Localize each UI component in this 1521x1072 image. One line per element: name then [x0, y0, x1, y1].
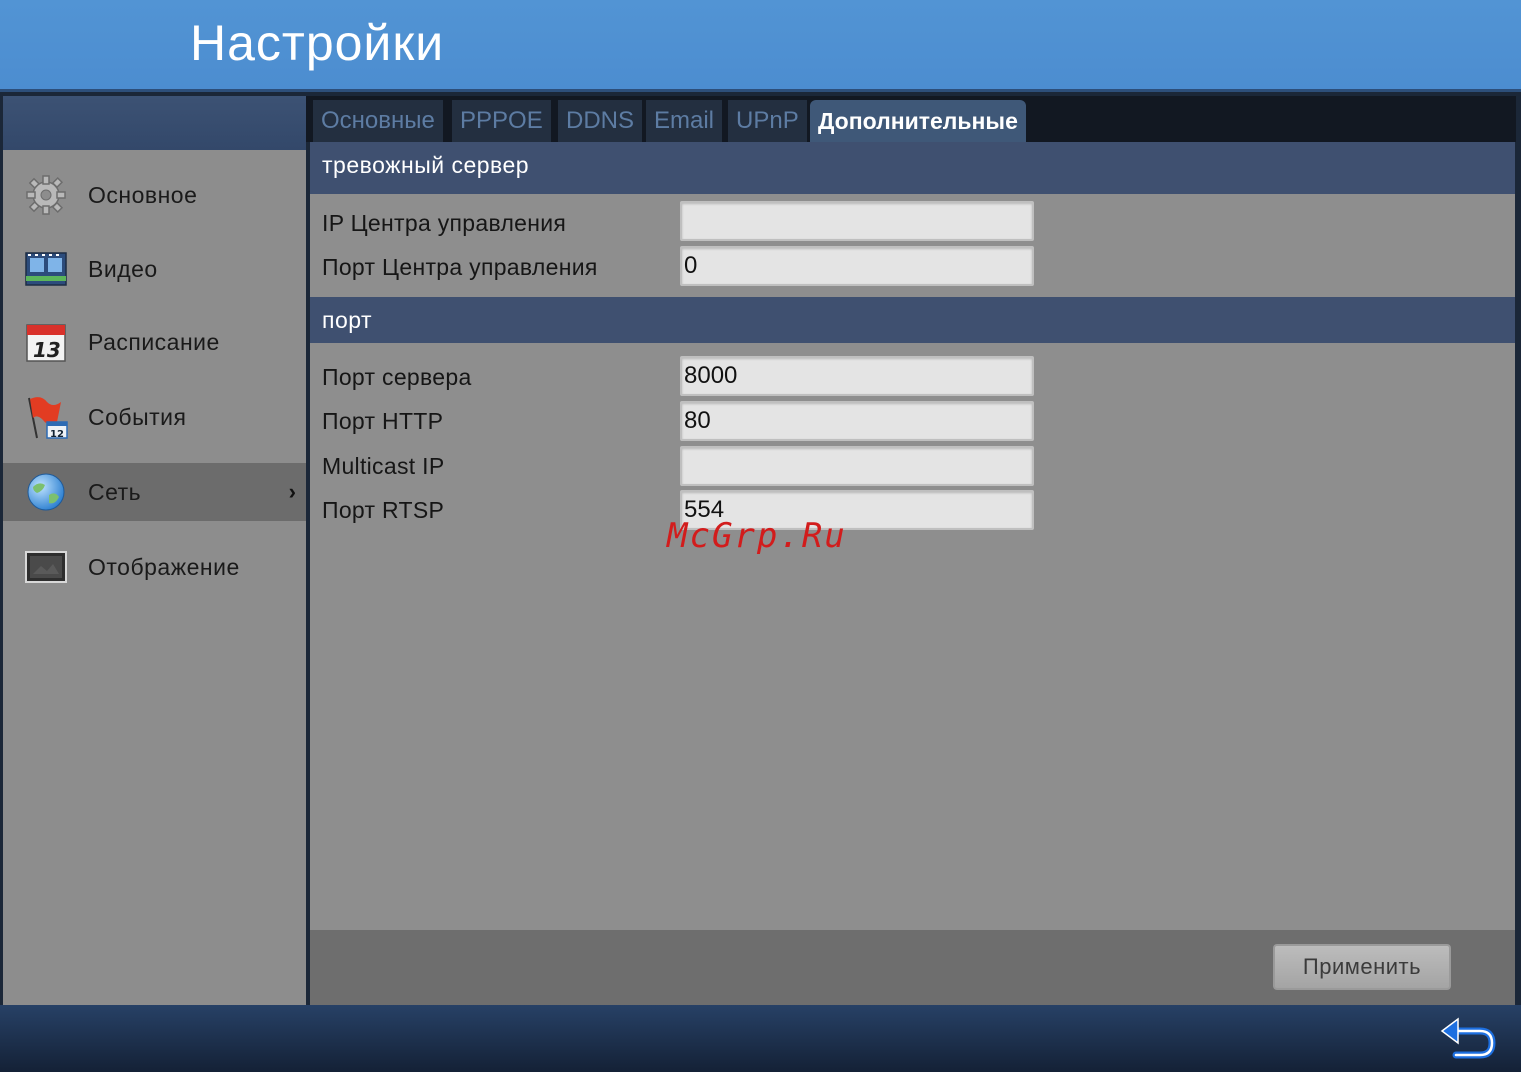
- http-port-input[interactable]: [680, 401, 1034, 441]
- sidebar-item-label: Расписание: [88, 328, 220, 355]
- sidebar-item-display[interactable]: Отображение: [3, 538, 306, 596]
- back-arrow-icon[interactable]: [1438, 1017, 1498, 1063]
- gear-icon: [26, 175, 66, 215]
- tab-basic[interactable]: Основные: [313, 100, 443, 142]
- field-label: Порт Центра управления: [322, 254, 598, 280]
- settings-content: тревожный сервер IP Центра управления По…: [310, 142, 1515, 930]
- svg-text:13: 13: [33, 338, 61, 362]
- field-label: Порт сервера: [322, 364, 472, 390]
- section-header-port: порт: [310, 297, 1515, 343]
- section-title: порт: [322, 307, 373, 333]
- sidebar-item-video[interactable]: Видео: [3, 240, 306, 298]
- watermark: McGrp.Ru: [667, 516, 847, 556]
- section-title: тревожный сервер: [322, 152, 530, 178]
- field-label: Порт HTTP: [322, 408, 444, 434]
- action-footer: Применить: [310, 930, 1515, 1005]
- tab-ddns[interactable]: DDNS: [558, 100, 643, 142]
- sidebar-item-label: Основное: [88, 181, 198, 208]
- field-label: Multicast IP: [322, 453, 445, 479]
- sidebar-item-network[interactable]: Сеть ›: [3, 463, 306, 521]
- bottom-bar: [0, 1005, 1521, 1072]
- sidebar-item-schedule[interactable]: 13 Расписание: [3, 313, 306, 371]
- svg-text:12: 12: [50, 429, 64, 440]
- apply-button[interactable]: Применить: [1273, 944, 1451, 990]
- sidebar-header: [3, 96, 306, 150]
- sidebar-item-label: События: [88, 403, 187, 430]
- video-film-icon: [25, 252, 67, 286]
- field-label: IP Центра управления: [322, 210, 567, 236]
- flag-calendar-icon: 12: [28, 397, 68, 440]
- server-port-input[interactable]: [680, 356, 1034, 396]
- sidebar-item-basic[interactable]: Основное: [3, 166, 306, 224]
- tab-email[interactable]: Email: [646, 100, 723, 142]
- tab-upnp[interactable]: UPnP: [728, 100, 807, 142]
- control-center-port-input[interactable]: [680, 246, 1034, 286]
- sidebar-item-label: Сеть: [88, 478, 142, 505]
- tab-pppoe[interactable]: PPPOE: [452, 100, 551, 142]
- title-bar: Настройки: [0, 0, 1521, 92]
- globe-icon: [27, 473, 65, 511]
- sidebar-item-events[interactable]: 12 События: [3, 388, 306, 446]
- sidebar-item-label: Отображение: [88, 553, 240, 580]
- multicast-ip-input[interactable]: [680, 446, 1034, 486]
- tab-bar: Основные PPPOE DDNS Email UPnP Дополните…: [306, 96, 1516, 142]
- monitor-icon: [25, 551, 67, 583]
- control-center-ip-input[interactable]: [680, 201, 1034, 241]
- window-title: Настройки: [190, 15, 445, 71]
- section-header-alarm-server: тревожный сервер: [310, 142, 1515, 194]
- calendar-icon: 13: [26, 324, 66, 362]
- sidebar: Основное Видео 13 Расписание 12 События: [3, 150, 306, 1005]
- field-label: Порт RTSP: [322, 497, 445, 523]
- chevron-right-icon: ›: [288, 479, 296, 504]
- tab-advanced[interactable]: Дополнительные: [810, 100, 1026, 142]
- sidebar-item-label: Видео: [88, 255, 158, 282]
